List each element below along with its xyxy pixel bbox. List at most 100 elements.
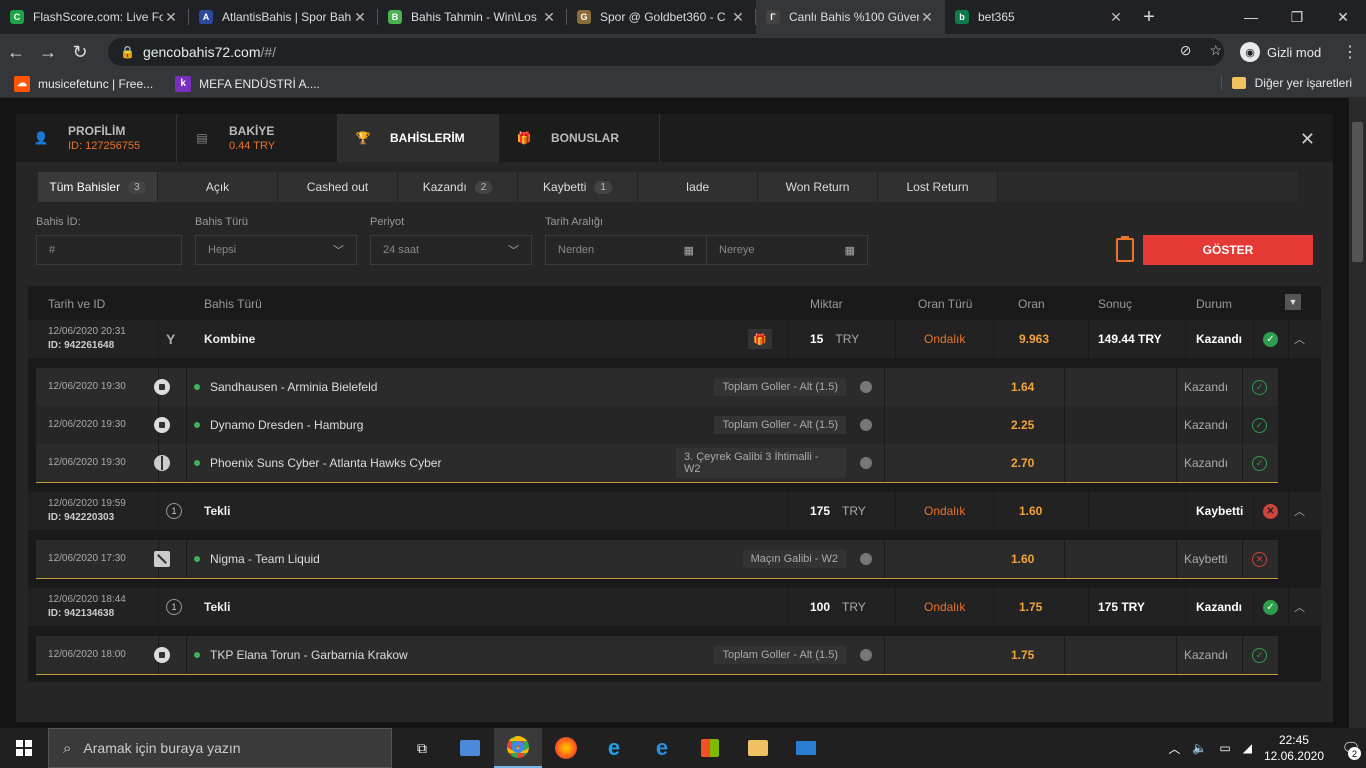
filter-tab[interactable]: Won Return bbox=[758, 172, 878, 202]
calendar-icon[interactable]: ▦ bbox=[684, 244, 694, 257]
other-bookmarks[interactable]: Diğer yer işaretleri bbox=[1220, 76, 1352, 90]
back-icon[interactable]: ← bbox=[0, 34, 32, 70]
date-to-input[interactable]: Nereye ▦ bbox=[706, 235, 868, 265]
market-label: Toplam Goller - Alt (1.5) bbox=[714, 416, 846, 434]
browser-tab[interactable]: C FlashScore.com: Live Fo ✕ bbox=[0, 0, 189, 34]
battery-icon[interactable]: ▭ bbox=[1219, 741, 1230, 755]
bet-row[interactable]: 12/06/2020 20:31 ID: 942261648 Y Kombine 🎁 15… bbox=[28, 320, 1321, 358]
stats-icon[interactable] bbox=[860, 419, 872, 431]
browser-tab[interactable]: A AtlantisBahis | Spor Bah ✕ bbox=[189, 0, 378, 34]
sport-icon-cell bbox=[154, 636, 174, 674]
close-tab-icon[interactable]: ✕ bbox=[163, 9, 179, 26]
window-controls: — ❐ ✕ bbox=[1228, 0, 1366, 34]
browser-tab[interactable]: Γ Canlı Bahis %100 Güven ✕ bbox=[756, 0, 945, 34]
column-divider bbox=[1064, 636, 1065, 674]
start-button[interactable] bbox=[0, 728, 48, 768]
menu-icon[interactable]: ⋮ bbox=[1342, 42, 1358, 62]
star-icon[interactable]: ☆ bbox=[1209, 42, 1222, 59]
bet-id-placeholder: # bbox=[49, 244, 56, 256]
clock[interactable]: 22:45 12.06.2020 bbox=[1264, 732, 1324, 764]
speaker-icon[interactable]: 🔈 bbox=[1192, 741, 1207, 755]
page-scrollbar[interactable] bbox=[1349, 98, 1366, 728]
browser-tab[interactable]: G Spor @ Goldbet360 - C ✕ bbox=[567, 0, 756, 34]
browser-tab[interactable]: b bet365 ✕ bbox=[945, 0, 1134, 34]
file-explorer-icon[interactable] bbox=[734, 728, 782, 768]
bet-id-input[interactable]: # bbox=[36, 235, 182, 265]
filter-tab[interactable]: Kaybetti 1 bbox=[518, 172, 638, 202]
address-bar[interactable]: 🔒 gencobahis72.com/#/ bbox=[108, 38, 1224, 66]
calculator-app-icon[interactable] bbox=[446, 728, 494, 768]
stats-icon[interactable] bbox=[860, 381, 872, 393]
task-view-icon[interactable]: ⧉ bbox=[398, 728, 446, 768]
selection-row: 12/06/2020 19:30 Phoenix Suns Cyber - Atl… bbox=[36, 444, 1278, 482]
new-tab-icon[interactable]: + bbox=[1134, 0, 1164, 34]
internet-explorer-icon[interactable]: e bbox=[590, 728, 638, 768]
bet-type-icon-cell: Y bbox=[166, 320, 190, 358]
taskbar-search[interactable]: ⌕ Aramak için buraya yazın bbox=[48, 728, 392, 768]
browser-tab[interactable]: B Bahis Tahmin - Win\Los ✕ bbox=[378, 0, 567, 34]
selection-odds: 2.70 bbox=[1011, 456, 1035, 470]
selection-odds: 1.60 bbox=[1011, 552, 1035, 566]
odds-value: 1.75 bbox=[1019, 600, 1043, 614]
show-button[interactable]: GÖSTER bbox=[1143, 235, 1313, 265]
bookmark-item[interactable]: ☁ musicefetunc | Free... bbox=[14, 75, 153, 92]
close-window-icon[interactable]: ✕ bbox=[1320, 0, 1366, 34]
filter-tab[interactable]: Kazandı 2 bbox=[398, 172, 518, 202]
filter-tab[interactable]: Iade bbox=[638, 172, 758, 202]
filter-tab[interactable]: Açık bbox=[158, 172, 278, 202]
bet-row[interactable]: 12/06/2020 19:59 ID: 942220303 1 Tekli 175 TR… bbox=[28, 492, 1321, 530]
filter-tab-label: Cashed out bbox=[306, 180, 369, 194]
bet-filter-tabs: Tüm Bahisler 3 Açık Cashed out Kazandı 2 Kaybe… bbox=[38, 172, 1298, 202]
chevron-up-icon[interactable]: ︿ bbox=[1294, 331, 1305, 347]
stats-icon[interactable] bbox=[860, 553, 872, 565]
filter-tab[interactable]: Cashed out bbox=[278, 172, 398, 202]
forward-icon[interactable]: → bbox=[32, 34, 64, 70]
close-tab-icon[interactable]: ✕ bbox=[730, 9, 746, 26]
tab-trophy[interactable]: 🏆 BAHİSLERİM bbox=[338, 114, 499, 162]
wifi-icon[interactable]: ◢ bbox=[1243, 741, 1252, 755]
stats-icon[interactable] bbox=[860, 649, 872, 661]
period-select[interactable]: 24 saat ﹀ bbox=[370, 235, 532, 265]
close-tab-icon[interactable]: ✕ bbox=[541, 9, 557, 26]
tab-user[interactable]: 👤 PROFİLİM ID: 127256755 bbox=[16, 114, 177, 162]
amount-value: 175 bbox=[810, 504, 831, 518]
scrollbar-thumb[interactable] bbox=[1352, 122, 1363, 262]
collapse-all-icon[interactable]: ▼ bbox=[1285, 294, 1301, 310]
notification-icon[interactable]: 🗨 2 bbox=[1336, 728, 1366, 768]
chevron-down-icon: ﹀ bbox=[508, 245, 519, 257]
chevron-up-icon[interactable]: ︿ bbox=[1294, 503, 1305, 519]
bet-type-select[interactable]: Hepsi ﹀ bbox=[195, 235, 357, 265]
close-tab-icon[interactable]: ✕ bbox=[1108, 9, 1124, 26]
chrome-app-icon[interactable] bbox=[494, 728, 542, 768]
incognito-badge[interactable]: ◉ Gizli mod bbox=[1232, 38, 1329, 66]
chevron-up-icon[interactable]: ︿ bbox=[1168, 740, 1180, 757]
maximize-icon[interactable]: ❐ bbox=[1274, 0, 1320, 34]
clipboard-icon[interactable] bbox=[1116, 236, 1134, 262]
chevron-up-icon[interactable]: ︿ bbox=[1294, 599, 1305, 615]
stats-icon[interactable] bbox=[860, 457, 872, 469]
bet-type-icon-cell: 1 bbox=[166, 588, 190, 626]
tab-gift[interactable]: 🎁 BONUSLAR bbox=[499, 114, 660, 162]
status-icon-cell: ✓ bbox=[1263, 320, 1283, 358]
eye-off-icon[interactable]: ⊘ bbox=[1180, 42, 1192, 59]
market-cell: 3. Çeyrek Galibi 3 İhtimalli - W2 bbox=[676, 444, 846, 482]
tab-wallet[interactable]: ▤ BAKİYE 0.44 TRY bbox=[177, 114, 338, 162]
bookmark-item[interactable]: k MEFA ENDÜSTRİ A.... bbox=[175, 75, 320, 92]
close-tab-icon[interactable]: ✕ bbox=[352, 9, 368, 26]
date-from-input[interactable]: Nerden ▦ bbox=[545, 235, 707, 265]
check-circle-icon: ✓ bbox=[1263, 331, 1278, 347]
store-app-icon[interactable] bbox=[686, 728, 734, 768]
selection-status: Kazandı bbox=[1184, 380, 1229, 394]
close-icon[interactable]: ✕ bbox=[1300, 129, 1315, 150]
mail-app-icon[interactable] bbox=[782, 728, 830, 768]
edge-app-icon[interactable]: e bbox=[638, 728, 686, 768]
filter-tab[interactable]: Tüm Bahisler 3 bbox=[38, 172, 158, 202]
reload-icon[interactable]: ↻ bbox=[64, 34, 96, 70]
filter-tab[interactable]: Lost Return bbox=[878, 172, 998, 202]
firefox-app-icon[interactable] bbox=[542, 728, 590, 768]
close-tab-icon[interactable]: ✕ bbox=[919, 9, 935, 26]
gift-icon[interactable]: 🎁 bbox=[748, 329, 772, 349]
calendar-icon[interactable]: ▦ bbox=[845, 244, 855, 257]
bet-row[interactable]: 12/06/2020 18:44 ID: 942134638 1 Tekli 100 TR… bbox=[28, 588, 1321, 626]
minimize-icon[interactable]: — bbox=[1228, 0, 1274, 34]
